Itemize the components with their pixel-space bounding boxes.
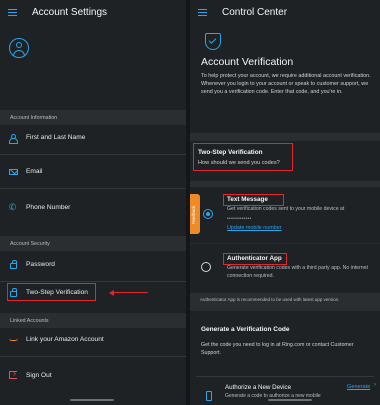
feedback-tab[interactable]: Feedback [190, 194, 200, 234]
shield-check-icon [205, 33, 221, 50]
home-indicator [70, 399, 114, 401]
row-phone-number[interactable]: ✆ Phone Number [0, 190, 186, 224]
control-center-topbar: Control Center [190, 0, 380, 26]
control-center-panel: Control Center Account Verification To h… [190, 0, 380, 405]
section-divider [190, 181, 380, 187]
authenticator-recommendation-note: Authenticator App is recommended to be u… [200, 297, 340, 302]
masked-phone-number: •••••••••••• [227, 216, 252, 222]
account-settings-panel: Account Settings Account Information Fir… [0, 0, 186, 405]
row-label-password: Password [26, 261, 55, 268]
hamburger-menu-icon[interactable] [198, 9, 207, 16]
row-label-email: Email [26, 168, 43, 175]
row-sign-out[interactable]: Sign Out [0, 358, 186, 392]
option-divider [190, 243, 380, 244]
account-settings-topbar: Account Settings [0, 0, 186, 26]
two-step-highlight-box [7, 283, 96, 301]
authenticator-app-description: Generate verification codes with a third… [227, 265, 369, 279]
row-email[interactable]: Email [0, 155, 186, 189]
generate-link[interactable]: Generate [347, 384, 370, 390]
row-label-name: First and Last Name [26, 134, 86, 141]
update-mobile-number-link[interactable]: Update mobile number [227, 225, 282, 231]
phone-icon: ✆ [7, 200, 19, 213]
recommendation-bar [190, 293, 380, 311]
row-link-amazon[interactable]: Link your Amazon Account [0, 323, 186, 357]
annotation-arrow-line [112, 292, 148, 293]
email-icon [8, 168, 18, 175]
chevron-right-icon: › [374, 382, 376, 388]
authenticator-app-radio[interactable] [201, 262, 211, 272]
text-message-highlight-box [223, 194, 284, 206]
home-indicator [268, 399, 312, 401]
text-message-radio[interactable] [203, 209, 213, 219]
page-title: Control Center [222, 7, 288, 18]
generate-code-description: Get the code you need to log in at Ring.… [201, 342, 354, 356]
row-first-last-name[interactable]: First and Last Name [0, 121, 186, 155]
page-title: Account Settings [32, 7, 108, 18]
account-verification-heading: Account Verification [201, 56, 294, 68]
authenticator-highlight-box [223, 253, 287, 265]
row-label-sign-out: Sign Out [26, 371, 52, 379]
generate-code-title: Generate a Verification Code [201, 326, 290, 333]
user-icon [9, 133, 18, 144]
text-message-description: Get verification codes sent to your mobi… [227, 206, 345, 212]
profile-avatar-icon[interactable] [9, 38, 29, 58]
annotation-arrow-head-icon [109, 289, 114, 296]
two-step-highlight-box [193, 143, 293, 171]
row-label-phone: Phone Number [26, 203, 71, 211]
authorize-device-title: Authorize a New Device [225, 384, 292, 391]
account-verification-description: To help protect your account, we require… [201, 73, 371, 96]
sign-out-icon [9, 368, 17, 379]
row-label-amazon: Link your Amazon Account [26, 336, 104, 343]
section-divider [190, 133, 380, 141]
lock-icon [9, 260, 17, 269]
amazon-icon [8, 338, 18, 341]
hamburger-menu-icon[interactable] [8, 9, 17, 16]
mobile-device-icon [206, 391, 212, 401]
